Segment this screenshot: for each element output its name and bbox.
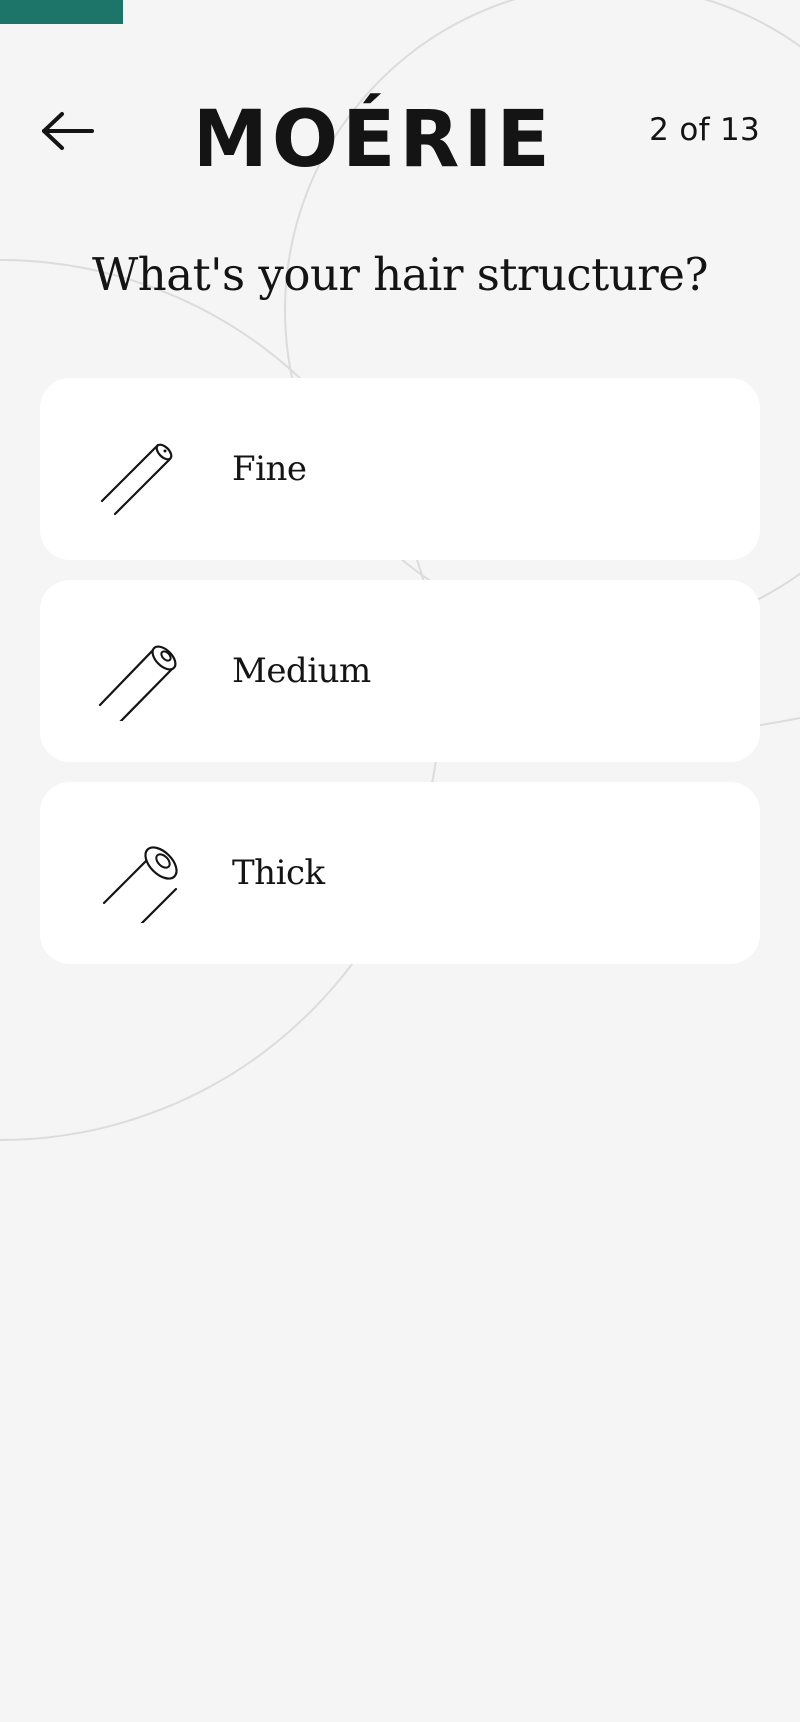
option-label: Medium (232, 651, 371, 691)
option-thick[interactable]: Thick (40, 782, 760, 964)
fine-hair-strand-icon (100, 443, 173, 516)
quiz-page: MOÉRIE 2 of 13 What's your hair structur… (0, 0, 800, 1722)
thick-hair-strand-icon (102, 846, 178, 923)
answer-options: Fine Medium Thick (40, 378, 760, 984)
question-title: What's your hair structure? (92, 248, 708, 301)
brand-logo: MOÉRIE (200, 93, 545, 170)
medium-hair-strand-icon (98, 645, 177, 721)
progress-bar (0, 0, 800, 24)
option-label: Thick (232, 853, 325, 893)
progress-bar-fill (0, 0, 123, 24)
option-fine[interactable]: Fine (40, 378, 760, 560)
back-button[interactable] (36, 106, 98, 156)
option-label: Fine (232, 449, 307, 489)
header: MOÉRIE 2 of 13 (0, 90, 800, 170)
svg-text:MOÉRIE: MOÉRIE (200, 93, 545, 170)
step-counter: 2 of 13 (649, 112, 760, 148)
arrow-left-icon (42, 112, 94, 150)
option-medium[interactable]: Medium (40, 580, 760, 762)
